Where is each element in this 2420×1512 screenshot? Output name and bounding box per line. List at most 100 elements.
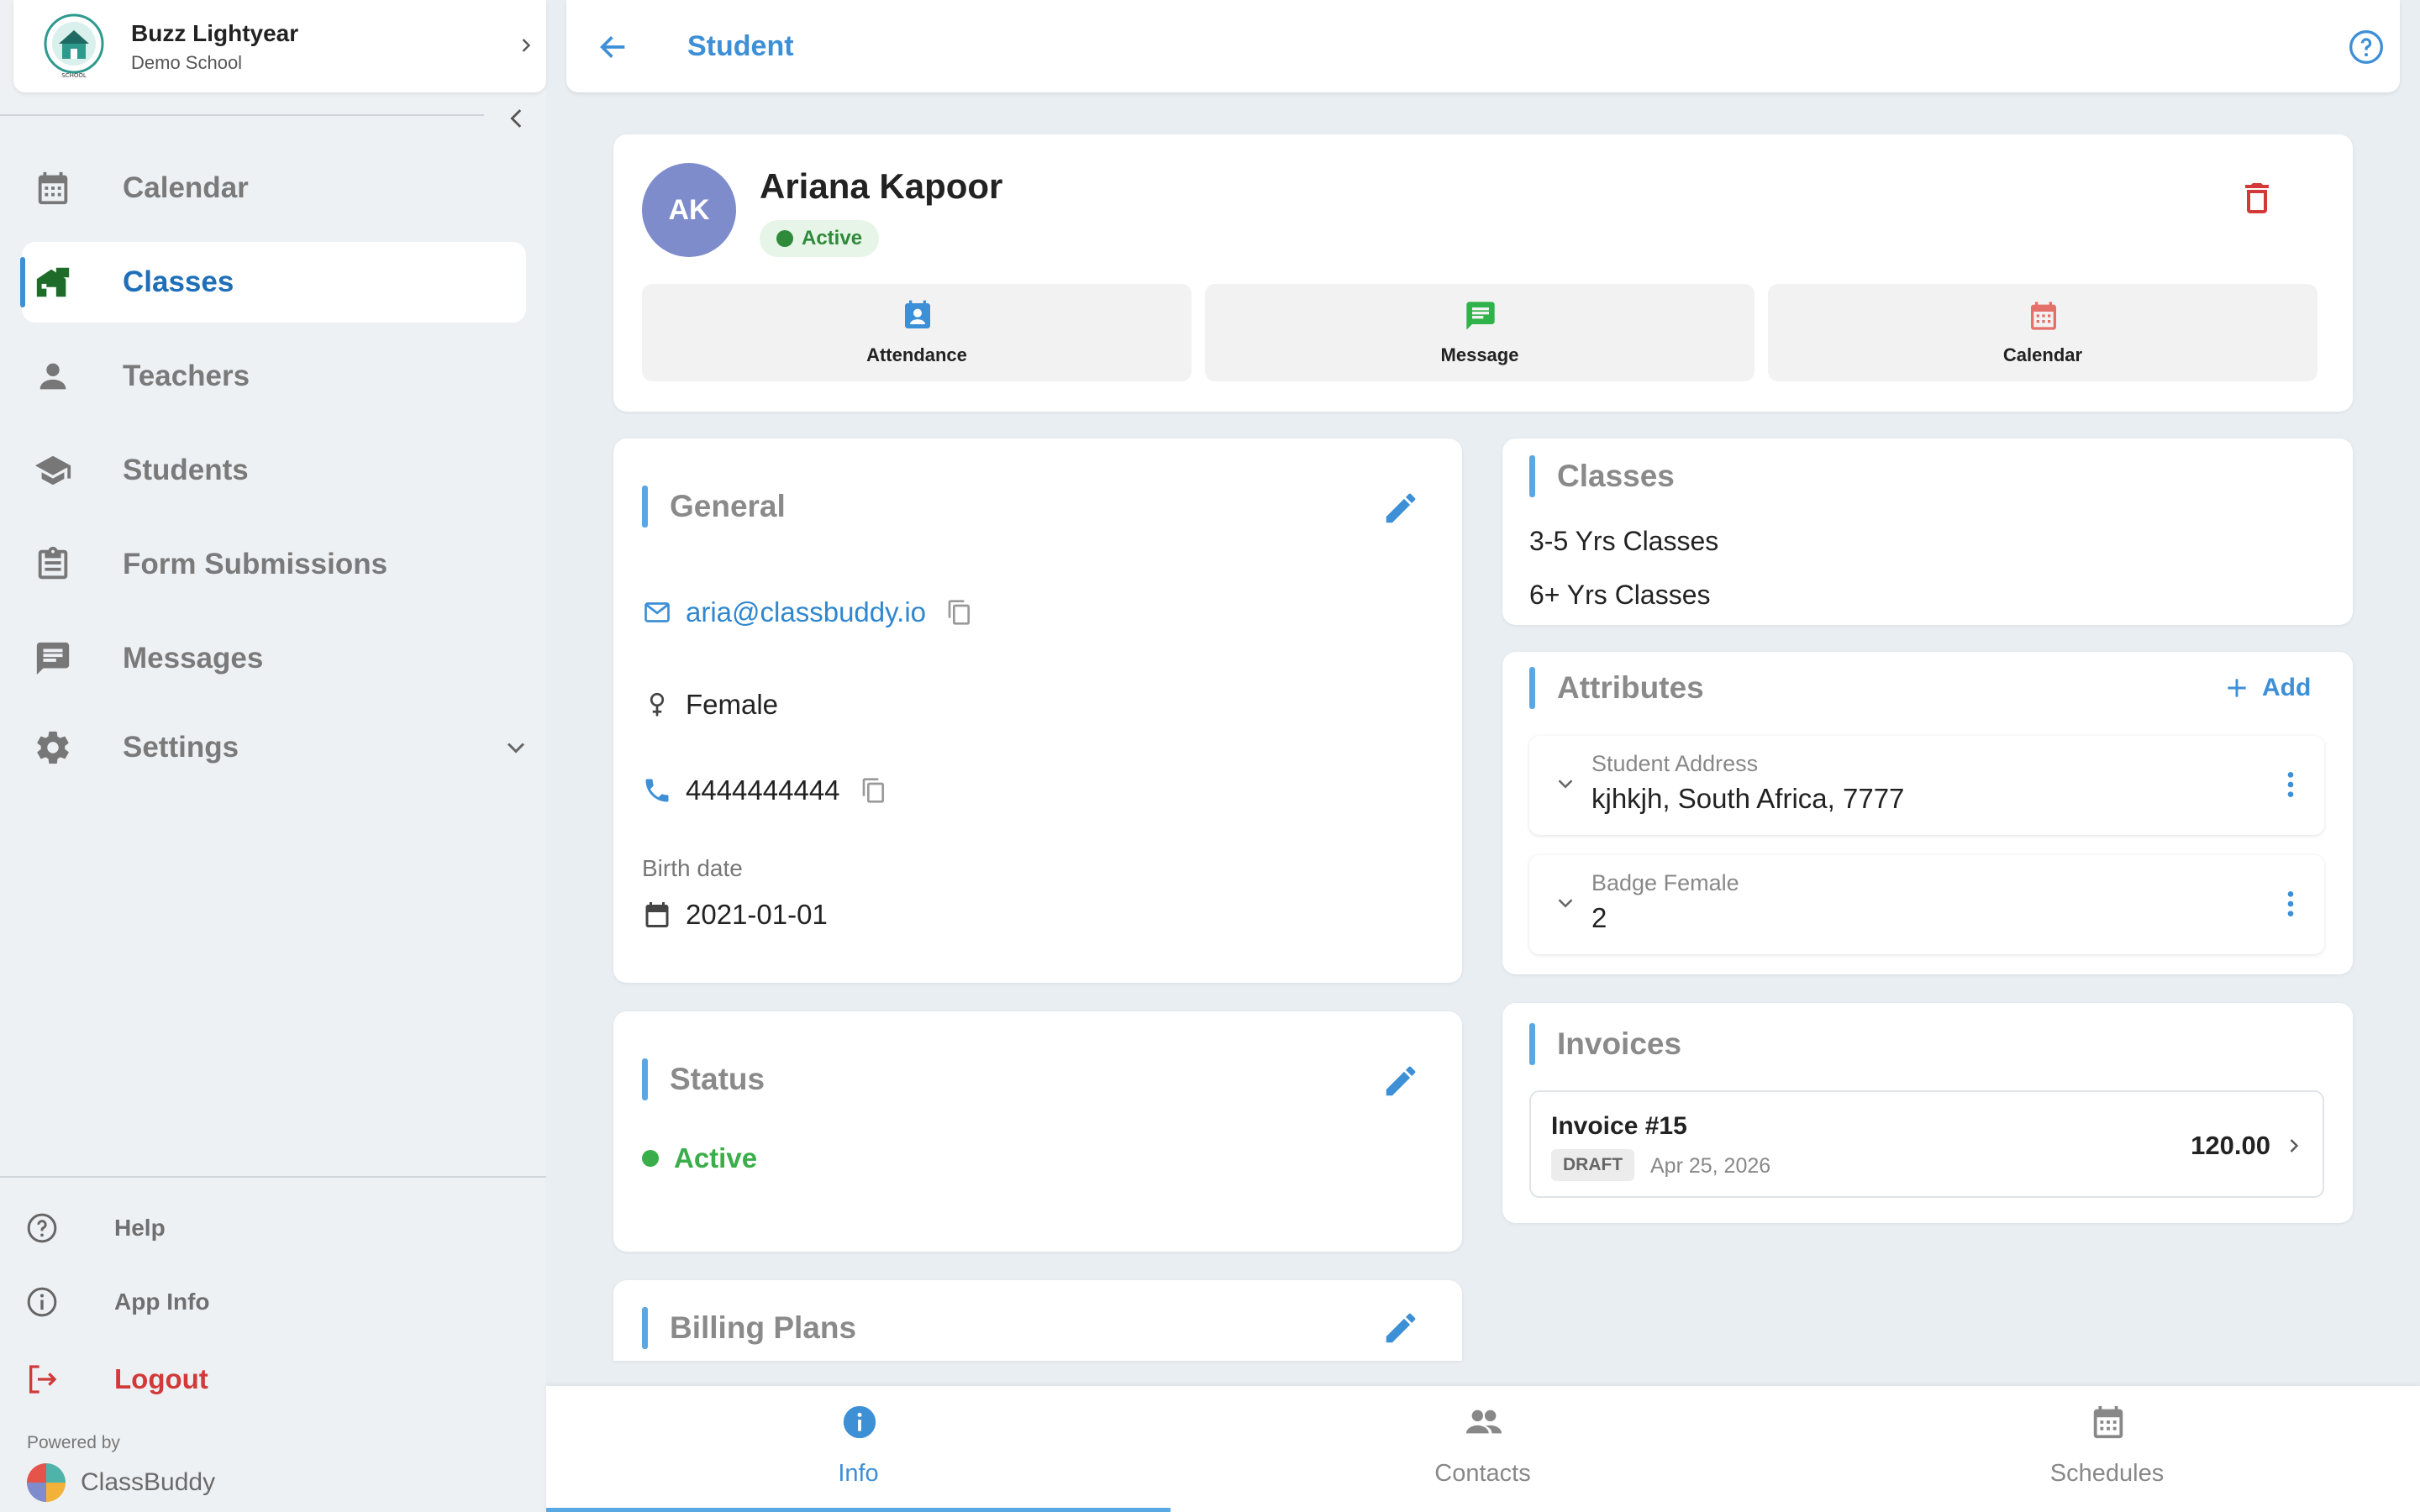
phone-icon (645, 779, 669, 802)
clipboard-icon (38, 546, 68, 580)
section-title: Status (670, 1062, 765, 1096)
sidebar-item-label: Teachers (123, 360, 250, 392)
invoice-amount: 120.00 (2191, 1131, 2270, 1160)
section-accent-bar (1529, 667, 1535, 709)
sidebar-divider (0, 114, 484, 116)
section-title: Attributes (1557, 670, 1704, 705)
class-item[interactable]: 6+ Yrs Classes (1529, 580, 1711, 611)
sidebar-item-label: Messages (123, 642, 264, 675)
logout-button[interactable]: Logout (25, 1354, 208, 1404)
tab-schedules[interactable]: Schedules (1795, 1386, 2419, 1512)
chevron-right-icon (2290, 1139, 2299, 1152)
attendance-icon (905, 300, 930, 328)
gender-row: Female (642, 689, 778, 721)
invoices-card: Invoices Invoice #15 DRAFT Apr 25, 2026 … (1502, 1003, 2353, 1223)
phone-row: 4444444444 (642, 774, 887, 806)
attendance-button[interactable]: Attendance (642, 284, 1192, 381)
edit-pencil-icon[interactable] (1381, 489, 1420, 528)
avatar: AK (642, 163, 736, 257)
edit-pencil-icon[interactable] (1381, 1062, 1420, 1100)
section-header: General (642, 486, 786, 528)
info-circle-icon (27, 1287, 57, 1317)
school-name: Buzz Lightyear (131, 20, 299, 46)
page-title: Student (687, 30, 794, 62)
brand: ClassBuddy (25, 1462, 215, 1504)
sidebar-item-label: Classes (123, 265, 234, 298)
sidebar-item-settings[interactable]: Settings (22, 707, 526, 788)
bottom-tab-bar: Info Contacts Schedules (546, 1386, 2420, 1512)
classes-card: Classes 3-5 Yrs Classes 6+ Yrs Classes (1502, 438, 2353, 625)
section-accent-bar (642, 486, 648, 528)
help-label: Help (114, 1215, 166, 1241)
invoice-date: Apr 25, 2026 (1650, 1154, 1771, 1178)
section-title: Invoices (1557, 1026, 1682, 1061)
student-name: Ariana Kapoor (760, 166, 1003, 206)
copy-icon[interactable] (946, 599, 973, 626)
school-switcher[interactable]: SCHOOL Buzz Lightyear Demo School (13, 0, 546, 92)
sidebar-item-form-submissions[interactable]: Form Submissions (22, 524, 526, 605)
section-accent-bar (642, 1058, 648, 1100)
status-dot (776, 230, 793, 247)
help-circle-icon (27, 1213, 57, 1243)
gender-value: Female (686, 689, 779, 720)
sidebar-item-teachers[interactable]: Teachers (22, 336, 526, 417)
section-header: Classes (1529, 455, 1675, 497)
invoice-status-badge: DRAFT (1551, 1149, 1635, 1181)
attribute-item: Badge Female 2 (1529, 855, 2324, 954)
logout-label: Logout (114, 1363, 208, 1394)
calendar-icon (2093, 1405, 2123, 1439)
top-bar: Student (566, 0, 2400, 92)
email-link[interactable]: aria@classbuddy.io (686, 596, 926, 628)
classes-home-icon (36, 267, 70, 297)
invoice-row[interactable]: Invoice #15 DRAFT Apr 25, 2026 120.00 (1529, 1090, 2324, 1198)
birth-date-label: Birth date (642, 855, 743, 881)
status-value-row: Active (642, 1142, 757, 1174)
email-row: aria@classbuddy.io (642, 596, 973, 628)
collapse-sidebar-icon[interactable] (502, 104, 531, 133)
section-title: General (670, 489, 786, 523)
status-value: Active (674, 1142, 758, 1173)
help-link[interactable]: Help (25, 1203, 166, 1253)
info-icon (843, 1405, 876, 1439)
school-logo: SCHOOL (44, 13, 104, 79)
chevron-down-icon[interactable] (1553, 890, 1578, 916)
sidebar-item-label: Form Submissions (123, 548, 388, 580)
sidebar-item-students[interactable]: Students (22, 430, 526, 511)
edit-pencil-icon[interactable] (1381, 1309, 1420, 1347)
message-button[interactable]: Message (1205, 284, 1754, 381)
status-badge: Active (760, 220, 880, 257)
sidebar-item-calendar[interactable]: Calendar (22, 148, 526, 228)
attendance-label: Attendance (866, 344, 967, 365)
section-accent-bar (1529, 1023, 1535, 1065)
logout-icon (29, 1365, 57, 1394)
invoice-title: Invoice #15 (1551, 1112, 1687, 1140)
class-item[interactable]: 3-5 Yrs Classes (1529, 526, 1718, 557)
classbuddy-logo-icon (27, 1463, 66, 1502)
general-card: General aria@classbuddy.io Female 444444… (613, 438, 1462, 983)
chevron-down-icon[interactable] (1553, 771, 1578, 796)
more-vert-icon[interactable] (2274, 887, 2307, 921)
tab-contacts[interactable]: Contacts (1171, 1386, 1795, 1512)
tab-label: Schedules (2049, 1460, 2165, 1487)
back-arrow-icon[interactable] (597, 30, 630, 64)
sidebar-item-label: Calendar (123, 171, 249, 204)
more-vert-icon[interactable] (2274, 768, 2307, 801)
calendar-button[interactable]: Calendar (1768, 284, 2317, 381)
sidebar-item-classes[interactable]: Classes (20, 242, 526, 323)
mail-icon (644, 602, 670, 622)
calendar-icon (2031, 302, 2056, 330)
section-accent-bar (642, 1307, 648, 1349)
app-info-link[interactable]: App Info (25, 1277, 210, 1327)
add-label: Add (2262, 674, 2312, 701)
add-attribute-button[interactable]: Add (2223, 674, 2311, 702)
calendar-icon (645, 902, 669, 927)
sidebar-item-label: Settings (123, 731, 239, 764)
calendar-label: Calendar (2002, 344, 2083, 365)
school-subtitle: Demo School (131, 52, 243, 73)
help-icon[interactable] (2348, 29, 2385, 66)
attribute-name: Student Address (1591, 751, 1759, 776)
sidebar-item-messages[interactable]: Messages (22, 618, 526, 699)
tab-info[interactable]: Info (546, 1386, 1171, 1512)
delete-icon[interactable] (2237, 178, 2277, 218)
copy-icon[interactable] (860, 777, 887, 804)
